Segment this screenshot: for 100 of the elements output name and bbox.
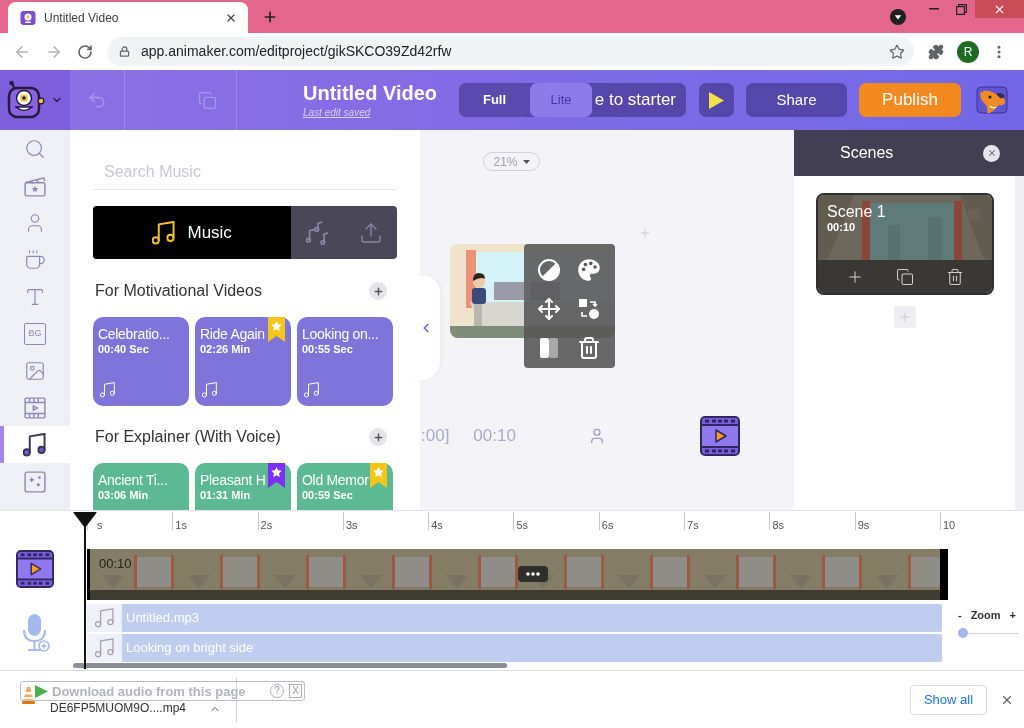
mode-toggle[interactable]: Lite xyxy=(530,83,592,117)
music-note-icon xyxy=(87,634,122,662)
tick-label: s xyxy=(97,519,103,531)
contrast-icon[interactable] xyxy=(537,258,561,282)
reload-icon[interactable] xyxy=(77,43,93,60)
lock-icon xyxy=(119,46,130,57)
scene-name: Scene 1 xyxy=(827,203,886,221)
save-status: Last edit saved xyxy=(303,107,371,119)
section-title: For Explainer (With Voice) xyxy=(95,427,281,447)
scrollbar-thumb[interactable] xyxy=(73,663,507,668)
track-duration: 00:40 Sec xyxy=(98,343,149,356)
share-button[interactable]: Share xyxy=(746,83,847,117)
logo-menu[interactable] xyxy=(0,70,70,130)
music-card[interactable]: Ride Again 02:26 Min xyxy=(195,317,291,406)
tick-label: 2s xyxy=(260,519,273,531)
url-text: app.animaker.com/editproject/gikSKCO39Zd42rfw xyxy=(141,42,452,61)
scene-card[interactable]: Scene 1 00:10 xyxy=(816,193,994,295)
plus-icon xyxy=(372,285,384,297)
split-view-icon[interactable] xyxy=(537,336,561,360)
music-notes-icon xyxy=(305,220,330,245)
tick-label: 4s xyxy=(431,519,443,531)
plus-icon xyxy=(898,310,912,324)
playhead-handle[interactable] xyxy=(73,512,97,528)
publish-button[interactable]: Publish xyxy=(859,83,961,117)
restore-icon[interactable] xyxy=(956,3,967,15)
track-title: Celebratio... xyxy=(98,326,170,343)
scene-duration: 00:10 xyxy=(827,221,856,234)
caret-down-circle-icon[interactable] xyxy=(890,9,906,25)
palette-icon[interactable] xyxy=(577,258,601,282)
add-button[interactable] xyxy=(369,428,387,446)
play-button[interactable] xyxy=(699,83,734,117)
track-title: Old Memor xyxy=(302,472,369,489)
browser-tab[interactable]: Untitled Video xyxy=(8,2,248,33)
swap-shapes-icon[interactable] xyxy=(577,297,601,321)
upload-icon xyxy=(358,220,383,245)
clapperboard-star-icon xyxy=(24,174,46,197)
sidebar-item[interactable]: BG xyxy=(0,315,70,352)
section-title: For Motivational Videos xyxy=(95,281,262,301)
film-play-icon[interactable] xyxy=(699,416,740,456)
traffic-cone-icon xyxy=(22,686,35,704)
track-title: Looking on... xyxy=(302,326,379,343)
music-card[interactable]: Looking on... 00:55 Sec xyxy=(297,317,393,406)
track-title: Ride Again xyxy=(200,326,265,343)
trash-icon[interactable] xyxy=(946,267,964,286)
tick-label: 3s xyxy=(345,519,358,531)
music-tab[interactable]: Music xyxy=(93,206,292,259)
dog-avatar-icon[interactable] xyxy=(976,86,1008,114)
close-icon xyxy=(986,148,997,158)
caret-down-icon xyxy=(522,159,530,164)
plus-icon xyxy=(372,431,384,443)
profile-avatar[interactable]: R xyxy=(957,40,979,63)
track-duration: 00:55 Sec xyxy=(302,343,353,356)
address-bar[interactable]: app.animaker.com/editproject/gikSKCO39Zd42rfw xyxy=(107,37,914,66)
music-note-icon xyxy=(87,604,122,632)
music-card[interactable]: Old Memor 00:59 Sec xyxy=(297,463,393,510)
sidebar-item[interactable] xyxy=(0,426,70,463)
music-card[interactable]: Celebratio... 00:40 Sec xyxy=(93,317,189,406)
tick-label: 5s xyxy=(516,519,529,531)
ellipsis-icon xyxy=(526,572,540,576)
tick-label: 7s xyxy=(687,519,699,531)
starter-button[interactable]: e to starter xyxy=(592,83,686,117)
time-end: 00:10 xyxy=(473,425,516,448)
add-button[interactable] xyxy=(369,282,387,300)
track-duration: 01:31 Min xyxy=(200,489,251,502)
puzzle-icon[interactable] xyxy=(928,43,944,60)
track-duration: 00:10 xyxy=(99,555,132,573)
file-name: DE6FP5MUOM9O....mp4 xyxy=(50,702,187,715)
video-track[interactable]: 00:10 xyxy=(87,549,948,600)
close-button[interactable]: X xyxy=(289,684,302,698)
scenes-title: Scenes xyxy=(840,143,894,163)
close-button[interactable] xyxy=(983,144,1000,162)
track-duration: 03:06 Min xyxy=(98,489,149,502)
track-name: Looking on bright side xyxy=(126,639,254,657)
track-title: Ancient Ti... xyxy=(98,472,168,489)
film-play-icon[interactable] xyxy=(16,550,54,588)
time-start: :00] xyxy=(421,425,450,448)
tick-label: 9s xyxy=(857,519,870,531)
duplicate-icon[interactable] xyxy=(896,267,914,286)
move-icon[interactable] xyxy=(537,297,561,321)
zoom-out-button[interactable]: - xyxy=(958,608,962,622)
zoom-slider[interactable] xyxy=(958,628,1018,638)
bookmark-star-icon[interactable] xyxy=(889,43,905,60)
tick-label: 10 xyxy=(942,519,956,531)
app-favicon-icon xyxy=(20,9,36,26)
zoom-in-button[interactable]: + xyxy=(1009,608,1016,622)
more-button[interactable] xyxy=(518,566,548,582)
track-name: Untitled.mp3 xyxy=(126,609,199,627)
tick-label: 6s xyxy=(601,519,614,531)
music-card[interactable]: Pleasant H 01:31 Min xyxy=(195,463,291,510)
zoom-label: Zoom xyxy=(970,608,1001,622)
mascot-logo-icon xyxy=(5,80,45,120)
play-icon xyxy=(709,91,724,109)
track-duration: 02:26 Min xyxy=(200,343,251,356)
show-all-button[interactable]: Show all xyxy=(910,684,987,715)
slider-thumb[interactable] xyxy=(958,628,968,638)
mode-toggle[interactable]: Full xyxy=(459,83,530,117)
trash-icon[interactable] xyxy=(577,336,601,360)
coffee-cup-icon xyxy=(24,248,46,271)
download-item[interactable]: DE6FP5MUOM9O....mp4 xyxy=(50,701,221,716)
music-card[interactable]: Ancient Ti... 03:06 Min xyxy=(93,463,189,510)
